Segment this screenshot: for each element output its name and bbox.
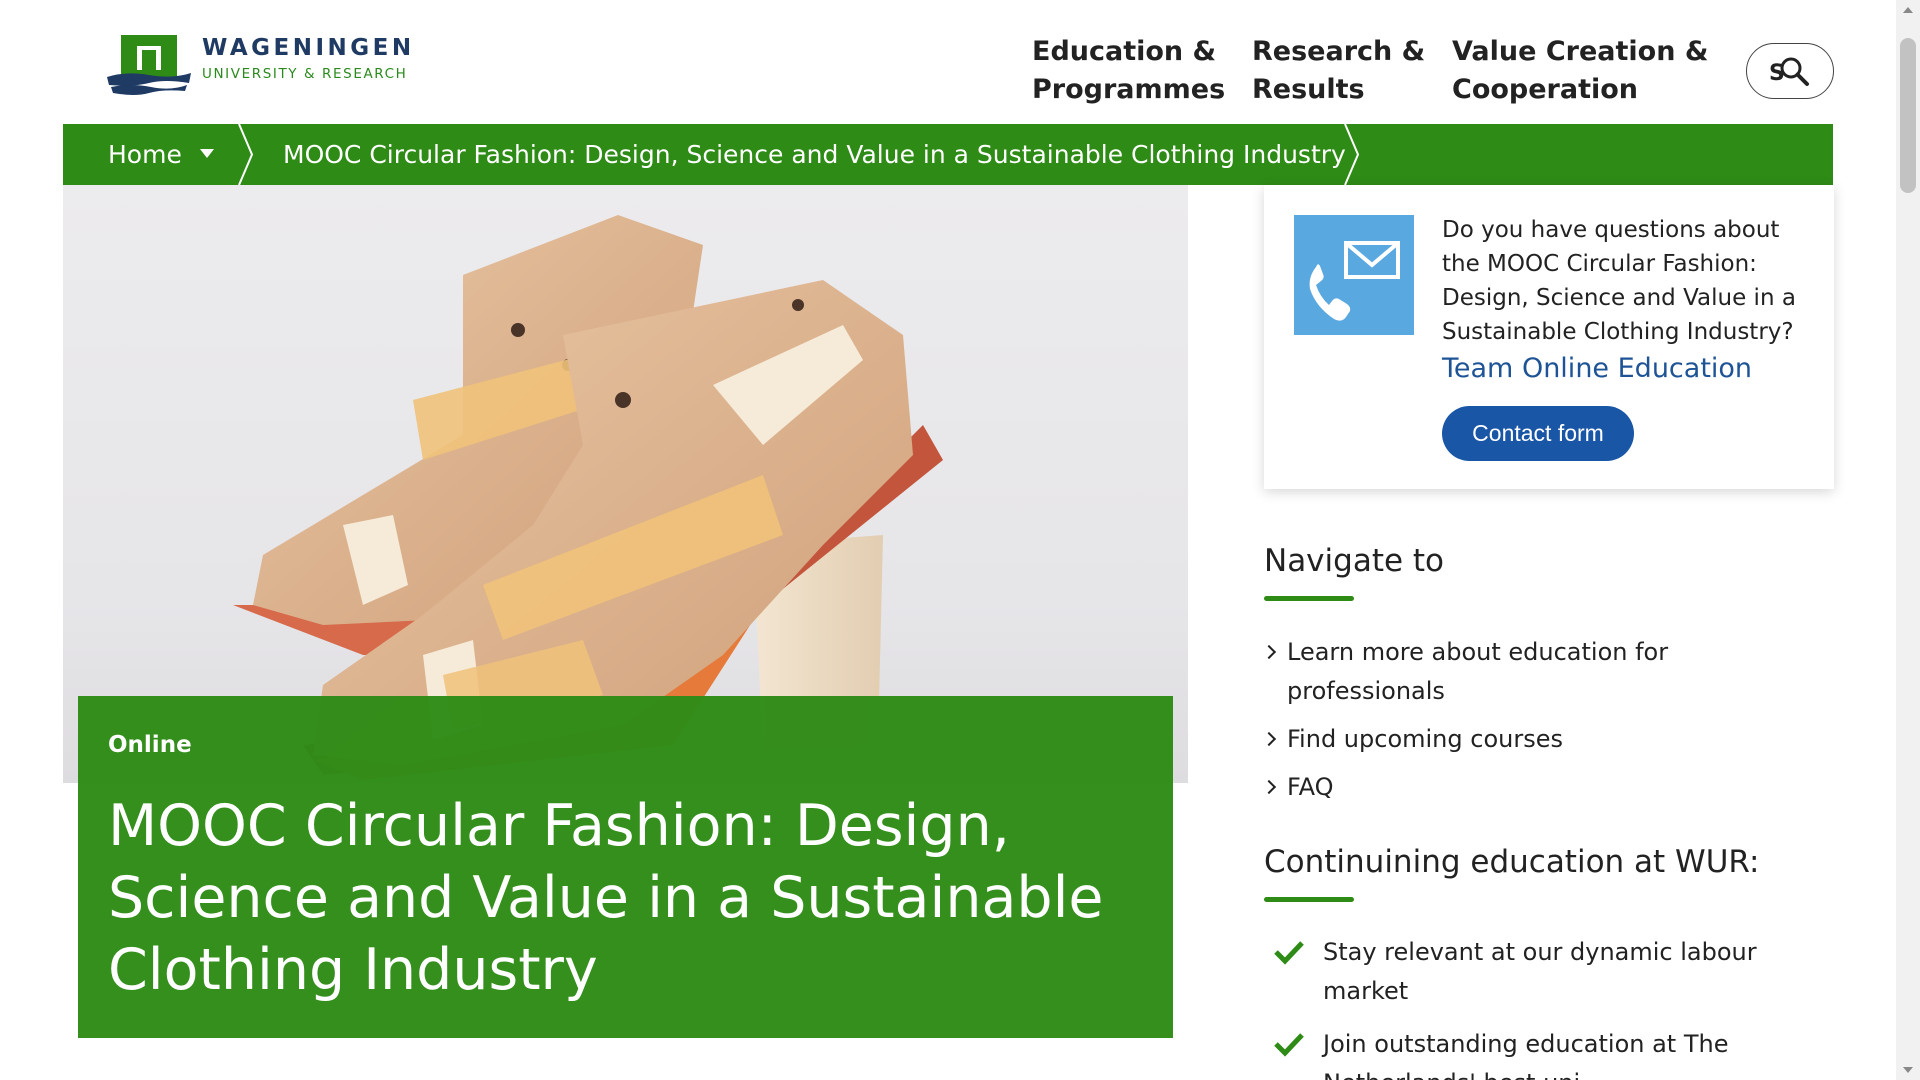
- contact-form-button[interactable]: Contact form: [1442, 406, 1634, 461]
- navigate-list: Learn more about education for professio…: [1261, 633, 1784, 816]
- benefit-text: Stay relevant at our dynamic labour mark…: [1323, 938, 1757, 1005]
- nav-value-creation-cooperation[interactable]: Value Creation & Cooperation: [1452, 33, 1712, 109]
- format-tag: Online: [108, 732, 192, 758]
- contact-question: Do you have questions about the MOOC Cir…: [1442, 217, 1796, 345]
- chevron-right-icon: [1261, 731, 1277, 747]
- nav-label-line: Cooperation: [1452, 74, 1639, 105]
- benefit-item: Stay relevant at our dynamic labour mark…: [1264, 933, 1784, 1011]
- nav-label-line: Results: [1252, 74, 1365, 105]
- heading-underline: [1264, 897, 1354, 902]
- phone-mail-icon: [1309, 241, 1400, 321]
- page-scrollbar[interactable]: [1896, 0, 1920, 1080]
- wur-logo-icon: [107, 35, 191, 95]
- logo-subtitle: UNIVERSITY & RESEARCH: [202, 66, 408, 82]
- benefit-item: Join outstanding education at The Nether…: [1264, 1025, 1784, 1080]
- nav-label-line: Research &: [1252, 36, 1426, 67]
- search-button[interactable]: S: [1746, 43, 1834, 99]
- checkmark-icon: [1274, 1033, 1304, 1057]
- contact-icon-tile: [1294, 215, 1414, 335]
- nav-research-results[interactable]: Research & Results: [1252, 33, 1452, 109]
- breadcrumb-separator-icon: [1344, 124, 1360, 185]
- benefit-text: Join outstanding education at The Nether…: [1323, 1030, 1729, 1080]
- nav-label-line: Education &: [1032, 36, 1217, 67]
- navigate-link[interactable]: Learn more about education for professio…: [1287, 638, 1668, 705]
- logo-wordmark: WAGENINGEN: [202, 35, 415, 61]
- hero-image: [63, 185, 1188, 783]
- navigate-item[interactable]: Learn more about education for professio…: [1261, 633, 1784, 711]
- heading-underline: [1264, 596, 1354, 601]
- search-icon: S: [1769, 57, 1809, 86]
- checkmark-icon: [1274, 941, 1304, 965]
- breadcrumb-separator-icon: [238, 124, 254, 185]
- hero-title-card: Online MOOC Circular Fashion: Design, Sc…: [78, 696, 1173, 1038]
- main-navigation: Education & Programmes Research & Result…: [1032, 33, 1712, 109]
- team-online-education-link[interactable]: Team Online Education: [1442, 353, 1752, 384]
- continuing-education-heading: Continuining education at WUR:: [1264, 844, 1760, 880]
- page-title: MOOC Circular Fashion: Design, Science a…: [108, 793, 1104, 1003]
- caret-down-icon[interactable]: [200, 149, 214, 158]
- shoe-lasts-illustration: [233, 215, 943, 780]
- chevron-right-icon: [1261, 779, 1277, 795]
- navigate-item[interactable]: FAQ: [1261, 768, 1784, 807]
- navigate-heading: Navigate to: [1264, 543, 1445, 579]
- nav-label-line: Value Creation &: [1452, 36, 1709, 67]
- contact-box: Do you have questions about the MOOC Cir…: [1264, 185, 1834, 489]
- navigate-link[interactable]: Find upcoming courses: [1287, 725, 1563, 753]
- breadcrumb-current: MOOC Circular Fashion: Design, Science a…: [283, 140, 1346, 169]
- breadcrumb-home-link[interactable]: Home: [108, 124, 182, 185]
- chevron-right-icon: [1261, 644, 1277, 660]
- navigate-item[interactable]: Find upcoming courses: [1261, 720, 1784, 759]
- scroll-down-arrow-icon[interactable]: [1903, 1067, 1913, 1073]
- scrollbar-thumb[interactable]: [1900, 38, 1916, 193]
- breadcrumb: Home MOOC Circular Fashion: Design, Scie…: [63, 124, 1833, 185]
- wur-logo[interactable]: WAGENINGEN UNIVERSITY & RESEARCH: [105, 33, 435, 97]
- nav-label-line: Programmes: [1032, 74, 1226, 105]
- scroll-up-arrow-icon[interactable]: [1903, 7, 1913, 13]
- navigate-link[interactable]: FAQ: [1287, 773, 1334, 801]
- benefits-list: Stay relevant at our dynamic labour mark…: [1264, 933, 1784, 1080]
- nav-education-programmes[interactable]: Education & Programmes: [1032, 33, 1252, 109]
